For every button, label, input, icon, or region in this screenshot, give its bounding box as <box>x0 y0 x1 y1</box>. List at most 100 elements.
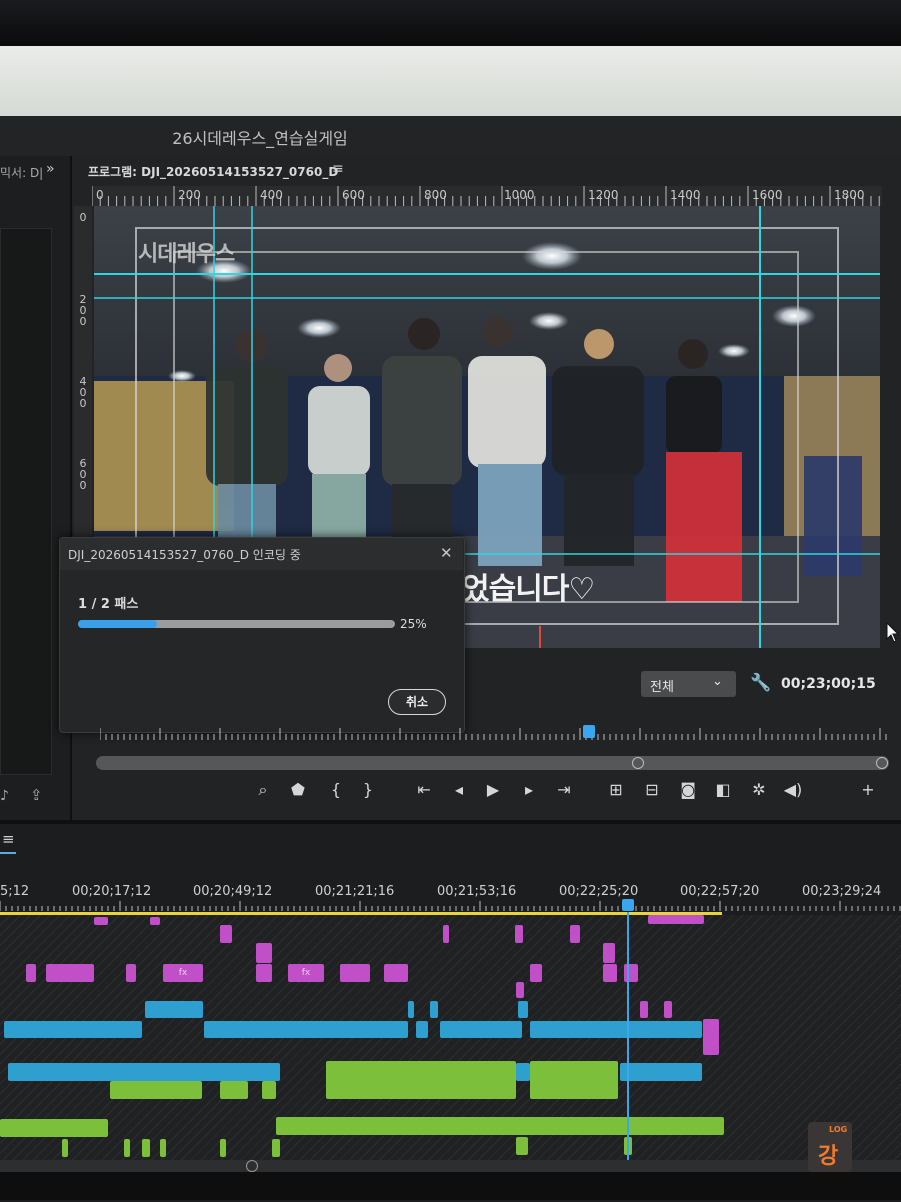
mark-in-icon[interactable]: { <box>325 780 347 799</box>
close-icon[interactable]: ✕ <box>440 544 453 562</box>
linked-clip[interactable] <box>145 1001 203 1018</box>
video-clip[interactable] <box>94 917 108 925</box>
chevron-down-icon[interactable]: ⌄ <box>712 674 723 689</box>
video-clip[interactable] <box>384 964 408 982</box>
linked-clip[interactable] <box>620 1063 702 1081</box>
video-clip[interactable] <box>570 925 580 943</box>
audio-clip[interactable] <box>62 1139 68 1157</box>
timeline-scrollbar-handle[interactable] <box>246 1160 258 1172</box>
marker-icon[interactable]: ⬟ <box>287 780 309 799</box>
fx-clip[interactable]: fx <box>163 964 203 982</box>
program-timecode[interactable]: 00;23;00;15 <box>781 676 876 692</box>
video-clip[interactable] <box>256 964 272 982</box>
audio-clip[interactable] <box>124 1139 130 1157</box>
camera-icon[interactable]: ◙ <box>677 780 699 799</box>
video-clip[interactable] <box>443 925 449 943</box>
video-clip[interactable] <box>46 964 94 982</box>
audio-meter-icon[interactable]: ♪ <box>0 788 9 804</box>
timeline-menu-icon[interactable]: ≡ <box>2 830 15 848</box>
linked-clip[interactable] <box>204 1021 408 1038</box>
go-to-out-icon[interactable]: ⇥ <box>553 780 575 799</box>
monitor-zoom-scrollbar[interactable] <box>96 756 889 770</box>
monitor-time-ruler[interactable] <box>100 728 888 742</box>
audio-clip[interactable] <box>530 1061 618 1099</box>
lift-icon[interactable]: ⊞ <box>605 780 627 799</box>
speaker-icon[interactable]: ◀) <box>782 780 804 799</box>
linked-clip[interactable] <box>4 1021 142 1038</box>
linked-clip[interactable] <box>8 1063 280 1081</box>
audio-clip[interactable] <box>516 1137 528 1155</box>
linked-clip[interactable] <box>530 1021 702 1038</box>
wrench-icon[interactable]: 🔧 <box>750 673 771 693</box>
work-area-bar[interactable] <box>0 912 722 915</box>
fx-clip[interactable]: fx <box>288 964 324 982</box>
timeline-scrollbar[interactable] <box>0 1160 901 1172</box>
cancel-button[interactable]: 취소 <box>388 689 446 715</box>
audio-clip[interactable] <box>220 1081 248 1099</box>
audio-clip[interactable] <box>160 1139 166 1157</box>
watermark-top-text: LOG <box>829 1125 848 1134</box>
add-icon[interactable]: + <box>857 780 879 799</box>
audio-clip[interactable] <box>142 1139 150 1157</box>
ruler-label: 200 <box>178 188 201 202</box>
ruler-label: 400 <box>260 188 283 202</box>
video-clip[interactable] <box>516 982 524 998</box>
step-forward-icon[interactable]: ▸ <box>518 780 540 799</box>
linked-clip[interactable] <box>440 1021 522 1038</box>
video-clip[interactable] <box>648 915 704 924</box>
extract-icon[interactable]: ⊟ <box>641 780 663 799</box>
video-overlay-logo-text: 시데레우스 <box>138 242 235 267</box>
audio-clip[interactable] <box>276 1117 724 1135</box>
video-clip[interactable] <box>150 917 160 925</box>
audio-clip[interactable] <box>262 1081 276 1099</box>
mark-out-icon[interactable]: } <box>357 780 379 799</box>
video-clip[interactable] <box>530 964 542 982</box>
export-icon[interactable]: ⇪ <box>30 786 43 804</box>
go-to-in-icon[interactable]: ⇤ <box>413 780 435 799</box>
encoding-progress-percent: 25% <box>400 617 427 631</box>
settings-icon[interactable]: ✲ <box>748 780 770 799</box>
encoding-progress-fill <box>78 620 158 628</box>
timeline-playhead[interactable] <box>622 899 634 911</box>
ruler-label: 1600 <box>752 188 783 202</box>
timeline-tracks[interactable]: fx fx <box>0 915 901 1165</box>
watermark-logo: 강 <box>818 1144 839 1169</box>
linked-clip[interactable] <box>408 1001 414 1018</box>
step-back-icon[interactable]: ◂ <box>448 780 470 799</box>
video-clip[interactable] <box>603 943 615 963</box>
timeline-playhead-line[interactable] <box>627 912 629 1162</box>
play-icon[interactable]: ▶ <box>482 780 504 799</box>
linked-clip[interactable] <box>518 1001 528 1018</box>
app-title: 26시데레우스_연습실게임 <box>172 129 348 148</box>
audio-clip[interactable] <box>220 1139 226 1157</box>
video-clip[interactable] <box>703 1019 719 1055</box>
monitor-playhead[interactable] <box>582 725 595 738</box>
linked-clip[interactable] <box>516 1063 530 1081</box>
timeline-tab-underline <box>0 852 16 854</box>
video-clip[interactable] <box>26 964 36 982</box>
video-clip[interactable] <box>640 1001 648 1018</box>
encoding-progress-bar <box>78 620 395 628</box>
video-clip[interactable] <box>664 1001 672 1018</box>
audio-clip[interactable] <box>272 1139 280 1157</box>
program-monitor-title[interactable]: 프로그램: DJI_20260514153527_0760_D <box>88 163 338 180</box>
compare-icon[interactable]: ◧ <box>712 780 734 799</box>
audio-clip[interactable] <box>326 1061 516 1099</box>
left-panel-tab-label[interactable]: 믹서: D| <box>0 164 43 181</box>
audio-clip[interactable] <box>110 1081 202 1099</box>
video-clip[interactable] <box>126 964 136 982</box>
linked-clip[interactable] <box>416 1021 428 1038</box>
video-clip[interactable] <box>220 925 232 943</box>
scrollbar-handle-left[interactable] <box>632 757 644 769</box>
scrollbar-handle-right[interactable] <box>876 757 888 769</box>
timeline-timecode: 00;21;21;16 <box>315 884 395 899</box>
audio-clip[interactable] <box>0 1119 108 1137</box>
zoom-fit-icon[interactable]: ⌕ <box>252 780 274 800</box>
video-clip[interactable] <box>603 964 617 982</box>
video-clip[interactable] <box>256 943 272 963</box>
video-clip[interactable] <box>340 964 370 982</box>
panel-menu-icon[interactable]: ≡ <box>332 161 344 177</box>
linked-clip[interactable] <box>430 1001 438 1018</box>
video-clip[interactable] <box>515 925 523 943</box>
panel-overflow-chevron-icon[interactable]: » <box>46 161 55 177</box>
